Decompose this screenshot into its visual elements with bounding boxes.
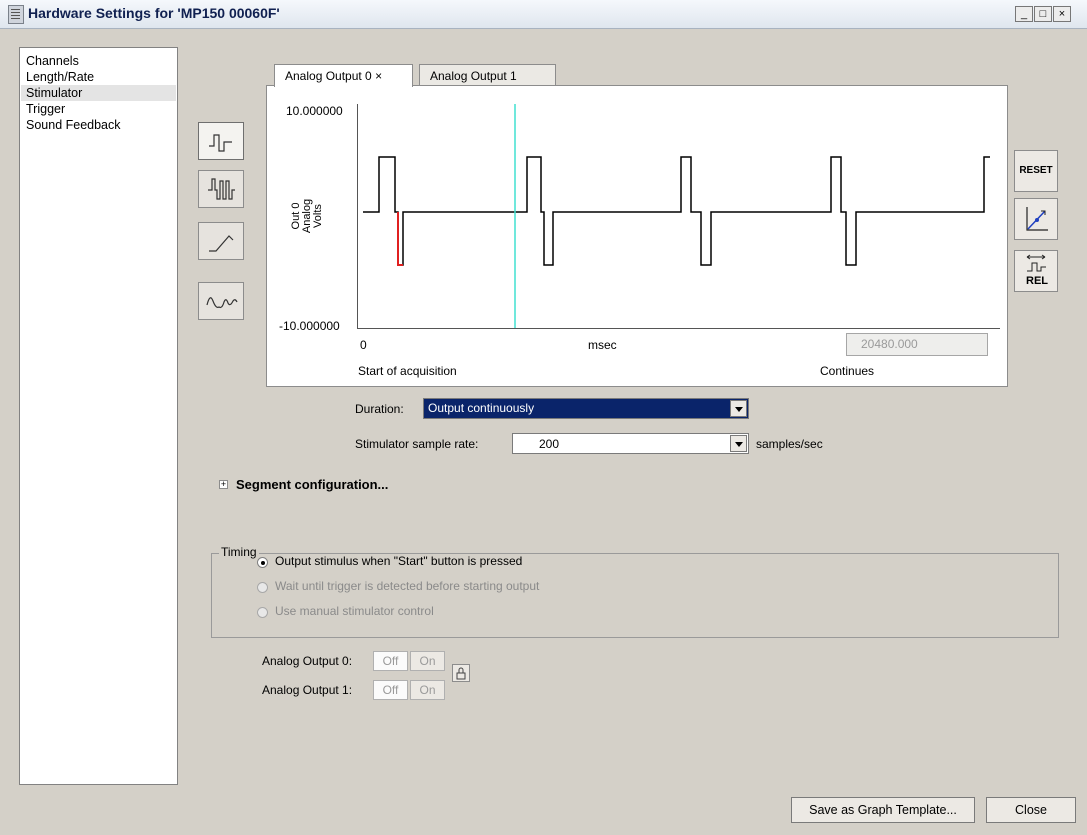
nav-item-trigger[interactable]: Trigger <box>26 101 65 117</box>
duration-value: Output continuously <box>428 401 535 415</box>
close-button[interactable]: Close <box>986 797 1076 823</box>
radio-start-button[interactable] <box>257 557 268 568</box>
nav-item-sound-feedback[interactable]: Sound Feedback <box>26 117 121 133</box>
maximize-button[interactable]: □ <box>1034 6 1052 22</box>
y-axis-label: Out 0 Analog Volts <box>290 181 324 251</box>
lock-icon <box>456 667 466 680</box>
sine-wave-button[interactable] <box>198 282 244 320</box>
x-unit-label: msec <box>588 338 617 352</box>
close-window-button[interactable]: × <box>1053 6 1071 22</box>
duration-dropdown-arrow[interactable] <box>730 400 747 417</box>
relative-timing-button[interactable]: REL <box>1014 250 1058 292</box>
nav-item-channels[interactable]: Channels <box>26 53 79 69</box>
option-manual-control-label: Use manual stimulator control <box>275 604 434 618</box>
pulse-wave-button[interactable] <box>198 122 244 160</box>
radio-wait-trigger[interactable] <box>257 582 268 593</box>
ramp-wave-button[interactable] <box>198 222 244 260</box>
save-as-graph-template-button[interactable]: Save as Graph Template... <box>791 797 975 823</box>
x-start-label: 0 <box>360 338 367 352</box>
pulse-train-button[interactable] <box>198 170 244 208</box>
window-controls: _ □ × <box>1015 6 1083 22</box>
autoscale-button[interactable] <box>1014 198 1058 240</box>
ramp-wave-icon <box>209 235 234 252</box>
minimize-button[interactable]: _ <box>1015 6 1033 22</box>
option-wait-trigger-label: Wait until trigger is detected before st… <box>275 579 540 593</box>
waveform-plot[interactable] <box>357 104 1000 329</box>
sample-rate-select[interactable]: 200 <box>512 433 749 454</box>
analog-output-0-off-toggle[interactable]: Off <box>373 651 408 671</box>
duration-label: Duration: <box>355 402 404 416</box>
start-caption: Start of acquisition <box>358 364 457 378</box>
analog-output-1-label: Analog Output 1: <box>262 683 353 697</box>
reset-button[interactable]: RESET <box>1014 150 1058 192</box>
sample-rate-dropdown-arrow[interactable] <box>730 435 747 452</box>
segment-expander[interactable]: + <box>219 480 228 489</box>
analog-output-0-on-toggle[interactable]: On <box>410 651 445 671</box>
nav-item-stimulator[interactable]: Stimulator <box>21 85 176 101</box>
autoscale-icon <box>1026 207 1048 231</box>
option-start-button-label: Output stimulus when "Start" button is p… <box>275 554 523 568</box>
sample-rate-label: Stimulator sample rate: <box>355 437 479 451</box>
nav-item-length-rate[interactable]: Length/Rate <box>26 69 94 85</box>
timing-legend: Timing <box>219 545 259 559</box>
rel-label: REL <box>1026 275 1048 287</box>
pulse-wave-icon <box>209 134 232 152</box>
window-title: Hardware Settings for 'MP150 00060F' <box>28 5 280 21</box>
tab-analog-output-0[interactable]: Analog Output 0 × <box>274 64 413 87</box>
app-icon <box>8 5 24 24</box>
y-axis-label-line3: Volts <box>312 204 324 228</box>
relative-timing-icon <box>1026 254 1046 272</box>
waveform-trace <box>363 156 990 266</box>
settings-nav: Channels Length/Rate Stimulator Trigger … <box>19 47 178 785</box>
lock-outputs-button[interactable] <box>452 664 470 682</box>
waveform-svg <box>363 104 990 328</box>
tab-analog-output-1[interactable]: Analog Output 1 <box>419 64 556 86</box>
end-time-field[interactable]: 20480.000 <box>846 333 988 356</box>
analog-output-1-off-toggle[interactable]: Off <box>373 680 408 700</box>
pulse-train-icon <box>208 178 235 200</box>
segment-configuration-label[interactable]: Segment configuration... <box>236 477 388 492</box>
sine-wave-icon <box>206 297 238 309</box>
analog-output-1-on-toggle[interactable]: On <box>410 680 445 700</box>
radio-manual-control[interactable] <box>257 607 268 618</box>
title-bar: Hardware Settings for 'MP150 00060F' _ □… <box>0 0 1087 29</box>
sample-rate-unit: samples/sec <box>756 437 823 451</box>
y-min-label: -10.000000 <box>279 319 340 333</box>
sample-rate-value: 200 <box>539 437 560 451</box>
duration-select[interactable]: Output continuously <box>423 398 749 419</box>
end-caption: Continues <box>820 364 875 378</box>
y-max-label: 10.000000 <box>286 104 343 118</box>
analog-output-0-label: Analog Output 0: <box>262 654 353 668</box>
